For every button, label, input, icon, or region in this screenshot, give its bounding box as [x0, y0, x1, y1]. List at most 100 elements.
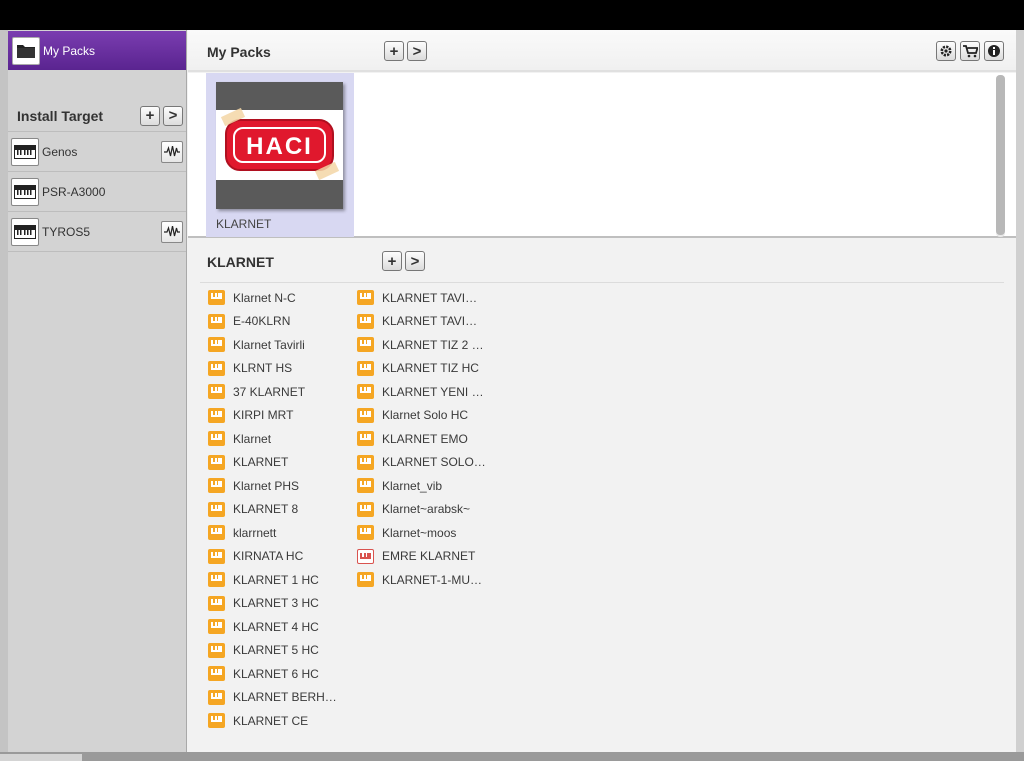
voice-item[interactable]: KLARNET 3 HC	[208, 592, 348, 616]
voice-item[interactable]: KLARNET 4 HC	[208, 615, 348, 639]
voice-item[interactable]: EMRE KLARNET	[357, 545, 497, 569]
voice-name: Klarnet~moos	[382, 525, 457, 540]
voice-icon	[357, 337, 374, 353]
voice-item[interactable]: Klarnet	[208, 427, 348, 451]
waveform-icon[interactable]	[161, 220, 183, 243]
install-target-name: PSR-A3000	[42, 184, 106, 199]
voice-item[interactable]: KLARNET 1 HC	[208, 568, 348, 592]
add-target-button[interactable]: +	[140, 105, 160, 126]
voices-header: KLARNET + >	[188, 240, 1016, 283]
sidebar-item-label: My Packs	[43, 43, 96, 58]
svg-text:HACI: HACI	[246, 133, 313, 160]
voice-item[interactable]: Klarnet Tavirli	[208, 333, 348, 357]
install-target-item[interactable]: PSR-A3000	[8, 172, 186, 212]
cart-icon[interactable]	[960, 41, 980, 61]
pack-name: KLARNET	[216, 217, 272, 231]
voice-list-col2: KLARNET TAVI… KLARNET TAVI… KLARNET TIZ 2 …	[357, 286, 497, 592]
voice-icon	[208, 595, 225, 611]
voice-icon	[357, 501, 374, 517]
voice-icon	[208, 501, 225, 517]
voice-name: KLARNET TAVI…	[382, 314, 478, 329]
voice-item[interactable]: KLARNET 5 HC	[208, 639, 348, 663]
voice-item[interactable]: KLARNET 8	[208, 498, 348, 522]
voice-icon	[357, 548, 374, 564]
next-target-button[interactable]: >	[163, 105, 183, 126]
voice-item[interactable]: KLARNET TIZ HC	[357, 357, 497, 381]
voice-icon	[208, 454, 225, 470]
voice-name: KLARNET TAVI…	[382, 290, 478, 305]
voice-icon	[208, 290, 225, 306]
voice-icon	[208, 431, 225, 447]
next-pack-button[interactable]: >	[407, 41, 427, 61]
voice-item[interactable]: Klarnet~moos	[357, 521, 497, 545]
voice-item[interactable]: Klarnet PHS	[208, 474, 348, 498]
keyboard-icon	[11, 217, 39, 246]
voice-item[interactable]: KLARNET TAVI…	[357, 310, 497, 334]
voice-name: KLARNET-1-MU…	[382, 572, 483, 587]
voice-icon	[208, 478, 225, 494]
voice-icon	[357, 384, 374, 400]
voice-item[interactable]: KIRNATA HC	[208, 545, 348, 569]
voice-icon	[357, 407, 374, 423]
voice-name: Klarnet Solo HC	[382, 408, 469, 423]
install-target-name: TYROS5	[42, 224, 91, 239]
voice-icon	[357, 290, 374, 306]
voice-name: KLARNET CE	[233, 713, 309, 728]
keyboard-icon	[11, 137, 39, 166]
gear-icon[interactable]	[936, 41, 956, 61]
voice-name: Klarnet Tavirli	[233, 337, 305, 352]
voice-item[interactable]: Klarnet~arabsk~	[357, 498, 497, 522]
voice-icon	[208, 572, 225, 588]
voice-name: EMRE KLARNET	[382, 549, 476, 564]
voice-icon	[208, 619, 225, 635]
voice-name: Klarnet	[233, 431, 272, 446]
voice-item[interactable]: KLARNET 6 HC	[208, 662, 348, 686]
pack-tile[interactable]: HACI KLARNET	[206, 73, 354, 237]
voice-name: KLARNET 1 HC	[233, 572, 319, 587]
info-icon[interactable]	[984, 41, 1004, 61]
voices-title: KLARNET	[207, 254, 274, 270]
voice-item[interactable]: Klarnet Solo HC	[357, 404, 497, 428]
voice-item[interactable]: KLARNET	[208, 451, 348, 475]
voice-item[interactable]: KLARNET TAVI…	[357, 286, 497, 310]
voice-item[interactable]: KLRNT HS	[208, 357, 348, 381]
add-pack-button[interactable]: +	[384, 41, 404, 61]
voice-name: Klarnet PHS	[233, 478, 300, 493]
voice-item[interactable]: E-40KLRN	[208, 310, 348, 334]
voice-icon	[357, 431, 374, 447]
waveform-icon[interactable]	[161, 140, 183, 163]
haci-logo: HACI	[216, 82, 343, 209]
voice-name: KLARNET 4 HC	[233, 619, 319, 634]
app-window: My Packs Install Target + > Genos PSR-A30…	[0, 30, 1024, 761]
next-voice-button[interactable]: >	[405, 251, 425, 271]
voice-item[interactable]: KLARNET TIZ 2 …	[357, 333, 497, 357]
voice-item[interactable]: KIRPI MRT	[208, 404, 348, 428]
voice-item[interactable]: KLARNET SOLO…	[357, 451, 497, 475]
voice-item[interactable]: klarrnett	[208, 521, 348, 545]
install-target-title: Install Target	[17, 107, 104, 124]
voice-item[interactable]: Klarnet_vib	[357, 474, 497, 498]
voice-item[interactable]: Klarnet N-C	[208, 286, 348, 310]
voice-item[interactable]: KLARNET BERH…	[208, 686, 348, 710]
voice-name: KLRNT HS	[233, 361, 293, 376]
voice-item[interactable]: 37 KLARNET	[208, 380, 348, 404]
install-target-header: Install Target + >	[8, 100, 186, 132]
packs-title: My Packs	[207, 44, 271, 60]
install-target-item[interactable]: TYROS5	[8, 212, 186, 252]
voice-icon	[357, 454, 374, 470]
sidebar-item-my-packs[interactable]: My Packs	[8, 31, 186, 70]
voice-name: KLARNET TIZ HC	[382, 361, 479, 376]
packs-scrollbar[interactable]	[996, 75, 1005, 237]
voice-item[interactable]: KLARNET YENI …	[357, 380, 497, 404]
voice-item[interactable]: KLARNET-1-MU…	[357, 568, 497, 592]
voice-name: Klarnet N-C	[233, 290, 296, 305]
add-voice-button[interactable]: +	[382, 251, 402, 271]
install-target-item[interactable]: Genos	[8, 132, 186, 172]
voice-icon	[208, 642, 225, 658]
voice-icon	[208, 337, 225, 353]
voice-item[interactable]: KLARNET EMO	[357, 427, 497, 451]
voice-name: KLARNET 6 HC	[233, 666, 319, 681]
voice-name: KLARNET SOLO…	[382, 455, 486, 470]
voice-icon	[357, 478, 374, 494]
voice-item[interactable]: KLARNET CE	[208, 709, 348, 733]
